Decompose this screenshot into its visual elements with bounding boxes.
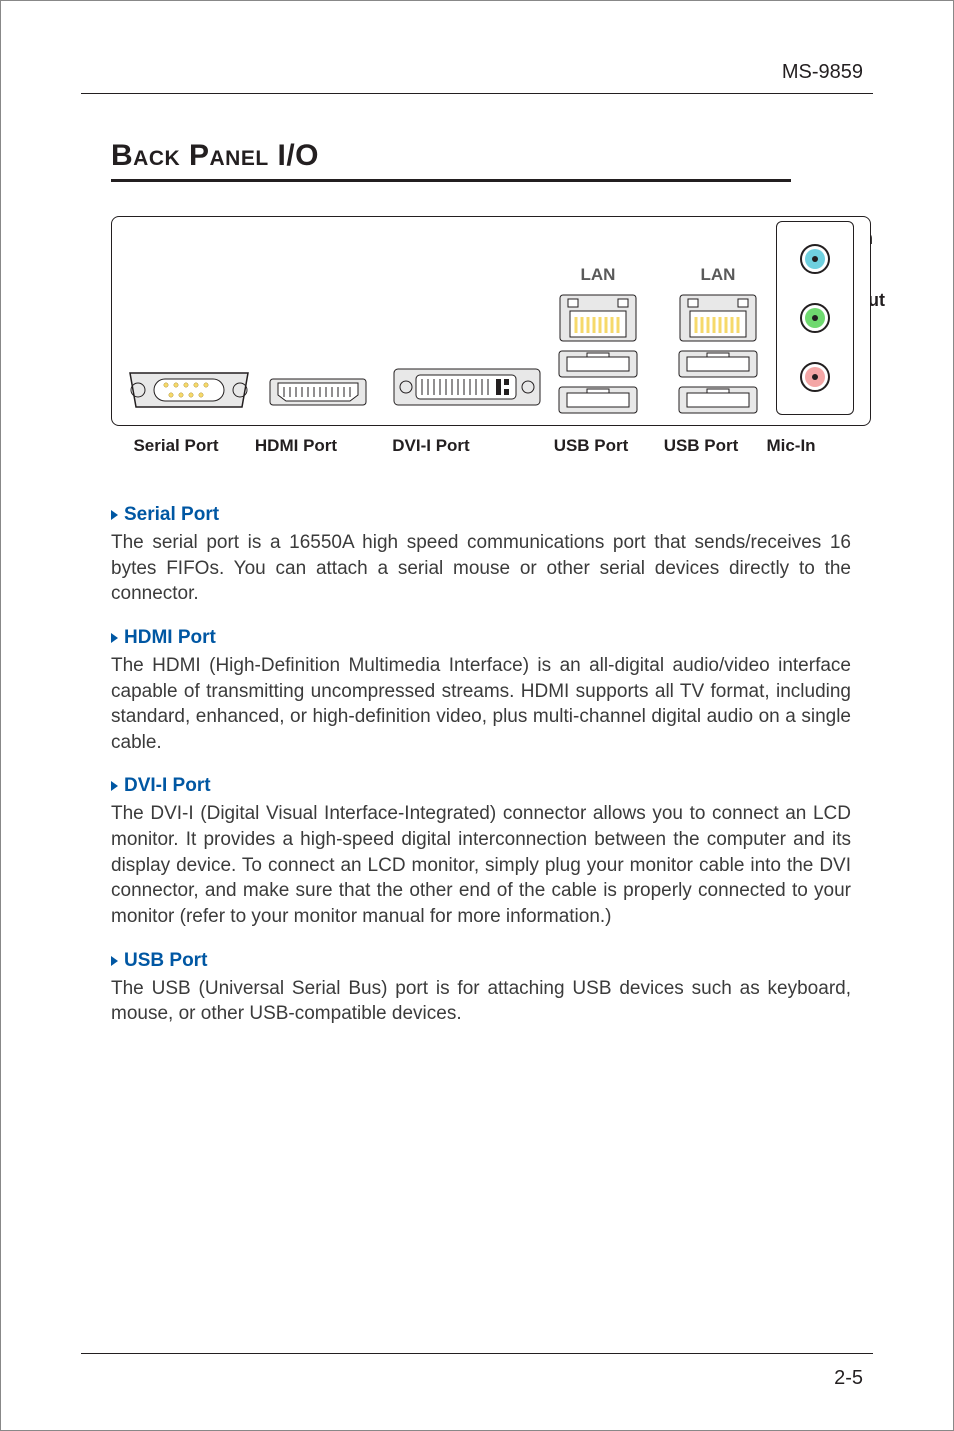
audio-jack-block xyxy=(776,221,854,415)
usb-port-icon xyxy=(677,385,759,415)
port-labels-row: Serial Port HDMI Port DVI-I Port USB Por… xyxy=(111,436,891,456)
para-usb: The USB (Universal Serial Bus) port is f… xyxy=(111,976,851,1027)
page-number: 2-5 xyxy=(834,1367,863,1390)
bullet-arrow-icon xyxy=(111,633,118,643)
audio-jack-green-icon xyxy=(799,302,831,334)
lan-usb-block-2: LAN xyxy=(664,235,772,415)
rj45-lan-icon xyxy=(558,293,638,343)
body-text: Serial Port The serial port is a 16550A … xyxy=(111,504,851,1027)
bullet-arrow-icon xyxy=(111,956,118,966)
heading-dvi: DVI-I Port xyxy=(111,775,851,797)
section-title-rule xyxy=(111,179,791,182)
header-rule xyxy=(81,93,873,94)
audio-jack-blue-icon xyxy=(799,243,831,275)
heading-usb-text: USB Port xyxy=(124,950,207,972)
label-usb-1: USB Port xyxy=(531,436,651,456)
para-dvi: The DVI-I (Digital Visual Interface-Inte… xyxy=(111,801,851,929)
model-number: MS-9859 xyxy=(782,61,863,84)
hdmi-port-icon xyxy=(268,377,368,407)
label-mic: Mic-In xyxy=(751,436,831,456)
heading-dvi-text: DVI-I Port xyxy=(124,775,211,797)
lan-label-1: LAN xyxy=(581,265,616,285)
usb-port-icon xyxy=(557,385,639,415)
heading-hdmi-text: HDMI Port xyxy=(124,627,216,649)
footer-rule xyxy=(81,1353,873,1354)
label-usb-2: USB Port xyxy=(651,436,751,456)
page: MS-9859 Back Panel I/O Line-In Line-Out xyxy=(0,0,954,1431)
label-serial: Serial Port xyxy=(111,436,241,456)
heading-serial: Serial Port xyxy=(111,504,851,526)
usb-port-icon xyxy=(557,349,639,379)
dvi-i-port-icon xyxy=(392,365,542,409)
rj45-lan-icon xyxy=(678,293,758,343)
usb-port-icon xyxy=(677,349,759,379)
bullet-arrow-icon xyxy=(111,781,118,791)
bullet-arrow-icon xyxy=(111,510,118,520)
lan-label-2: LAN xyxy=(701,265,736,285)
label-dvi: DVI-I Port xyxy=(351,436,511,456)
audio-jack-pink-icon xyxy=(799,361,831,393)
serial-port-icon xyxy=(124,359,254,415)
back-panel-diagram: LAN xyxy=(111,216,871,426)
heading-hdmi: HDMI Port xyxy=(111,627,851,649)
back-panel-diagram-block: Line-In Line-Out xyxy=(111,216,873,456)
para-serial: The serial port is a 16550A high speed c… xyxy=(111,530,851,607)
label-hdmi: HDMI Port xyxy=(241,436,351,456)
heading-serial-text: Serial Port xyxy=(124,504,219,526)
lan-usb-block-1: LAN xyxy=(544,235,652,415)
para-hdmi: The HDMI (High-Definition Multimedia Int… xyxy=(111,653,851,756)
section-title: Back Panel I/O xyxy=(111,139,873,173)
heading-usb: USB Port xyxy=(111,950,851,972)
